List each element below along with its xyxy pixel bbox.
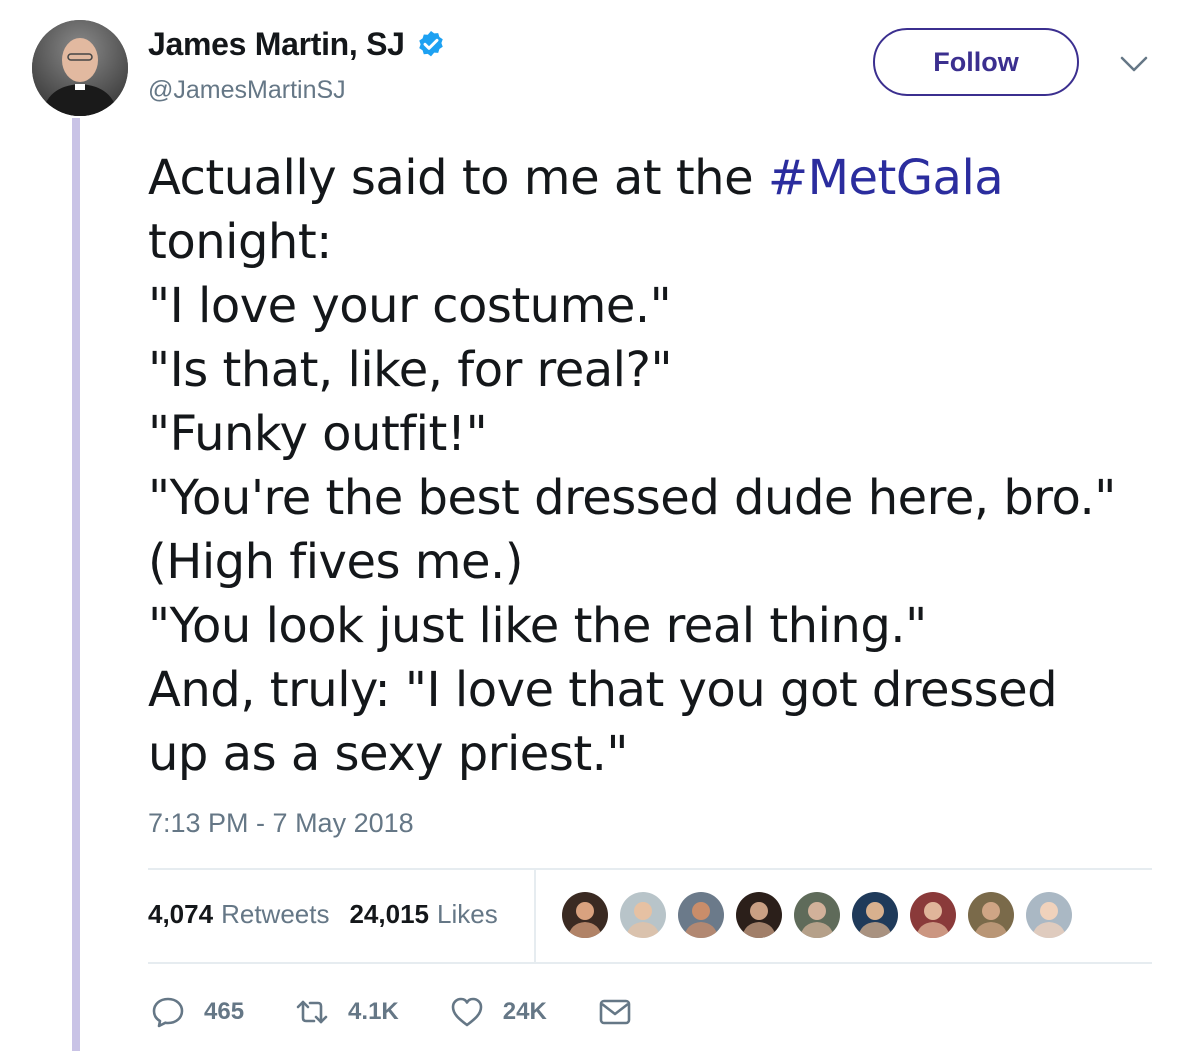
liker-avatar[interactable] xyxy=(1024,890,1074,940)
tweet-line: And, truly: "I love that you got dressed xyxy=(148,662,1058,718)
tweet-line: up as a sexy priest." xyxy=(148,726,629,782)
direct-message-button[interactable] xyxy=(597,994,633,1030)
liker-avatar[interactable] xyxy=(676,890,726,940)
chevron-down-icon[interactable] xyxy=(1119,54,1149,74)
tweet-line: "You look just like the real thing." xyxy=(148,598,927,654)
reply-button[interactable]: 465 xyxy=(150,994,244,1030)
reply-icon xyxy=(152,997,184,1028)
tweet-line: Actually said to me at the #MetGala xyxy=(148,146,1168,210)
stats-separator xyxy=(534,870,536,962)
liker-avatar[interactable] xyxy=(966,890,1016,940)
liker-avatar[interactable] xyxy=(560,890,610,940)
likes-stat[interactable]: 24,015 Likes xyxy=(349,899,497,930)
liker-avatar[interactable] xyxy=(734,890,784,940)
liker-avatar[interactable] xyxy=(792,890,842,940)
like-button[interactable]: 24K xyxy=(449,994,547,1030)
retweets-label: Retweets xyxy=(221,899,330,929)
tweet-actions: 465 4.1K 24K xyxy=(150,994,683,1030)
tweet-line: tonight: xyxy=(148,214,332,270)
author-display-name[interactable]: James Martin, SJ xyxy=(148,26,405,63)
retweets-count: 4,074 xyxy=(148,899,214,929)
retweet-count: 4.1K xyxy=(348,998,399,1025)
retweet-icon xyxy=(296,1000,328,1024)
liker-avatar[interactable] xyxy=(618,890,668,940)
divider xyxy=(148,962,1152,964)
liker-avatar[interactable] xyxy=(850,890,900,940)
follow-button[interactable]: Follow xyxy=(873,28,1079,96)
tweet-line: (High fives me.) xyxy=(148,534,524,590)
tweet-line-text: Actually said to me at the xyxy=(148,150,768,206)
tweet-text: Actually said to me at the #MetGala toni… xyxy=(148,146,1168,786)
tweet-timestamp[interactable]: 7:13 PM - 7 May 2018 xyxy=(148,808,414,839)
retweets-stat[interactable]: 4,074 Retweets xyxy=(148,899,329,930)
likes-label: Likes xyxy=(437,899,498,929)
thread-connector-line xyxy=(72,118,80,1051)
tweet-line: "Funky outfit!" xyxy=(148,406,488,462)
like-count: 24K xyxy=(502,998,547,1025)
verified-badge-icon xyxy=(418,30,443,56)
tweet-stats: 4,074 Retweets 24,015 Likes xyxy=(148,899,518,930)
author-handle[interactable]: @JamesMartinSJ xyxy=(148,76,346,105)
envelope-icon xyxy=(599,999,631,1025)
tweet-line: "Is that, like, for real?" xyxy=(148,342,673,398)
divider xyxy=(148,868,1152,870)
author-avatar[interactable] xyxy=(32,20,128,116)
hashtag-link[interactable]: #MetGala xyxy=(768,150,1004,206)
tweet-line: "I love your costume." xyxy=(148,278,672,334)
liker-avatar[interactable] xyxy=(908,890,958,940)
liker-avatars xyxy=(560,890,1082,940)
tweet-line: "You're the best dressed dude here, bro.… xyxy=(148,470,1116,526)
retweet-button[interactable]: 4.1K xyxy=(294,994,399,1030)
reply-count: 465 xyxy=(204,998,245,1025)
author-avatar-image xyxy=(32,20,128,116)
likes-count: 24,015 xyxy=(349,899,429,929)
heart-icon xyxy=(451,997,483,1027)
